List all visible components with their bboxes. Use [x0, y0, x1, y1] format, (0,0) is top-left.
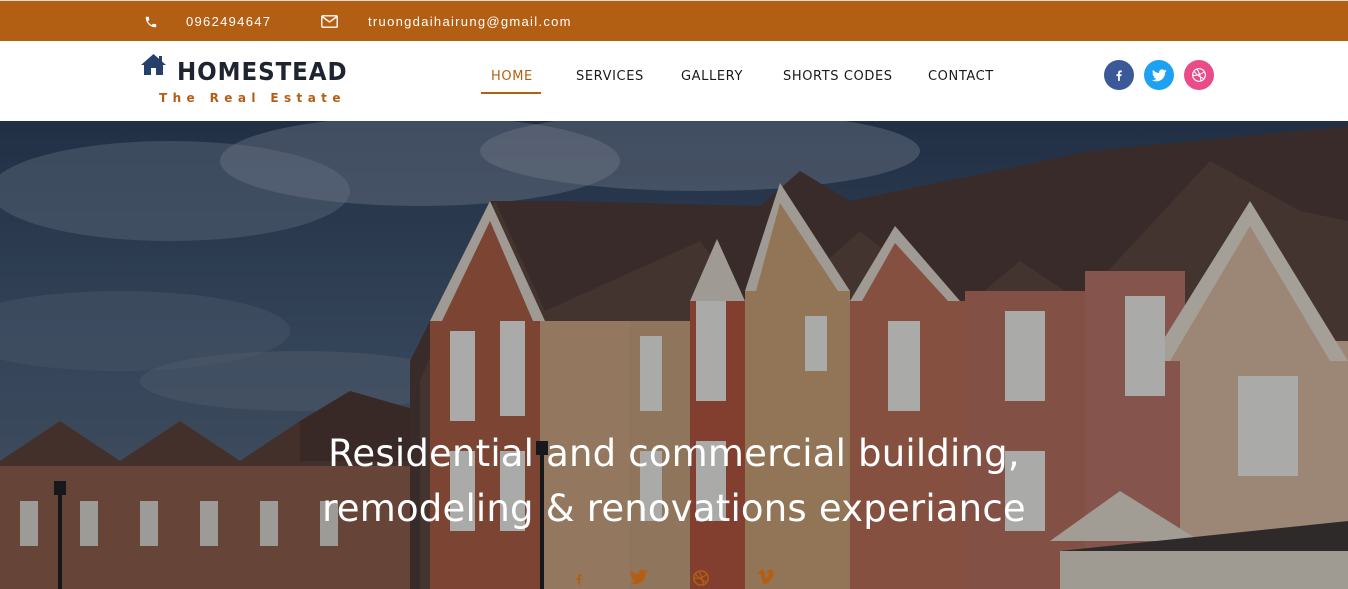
facebook-button[interactable] — [1104, 60, 1134, 90]
nav-services[interactable]: SERVICES — [576, 69, 644, 95]
hero-banner: Residential and commercial building, rem… — [0, 121, 1348, 589]
twitter-button[interactable] — [1144, 60, 1174, 90]
dribbble-icon — [1192, 68, 1206, 82]
twitter-icon — [1151, 68, 1167, 81]
hero-headline-line2: remodeling & renovations experiance — [322, 487, 1026, 530]
facebook-icon[interactable] — [572, 569, 586, 589]
dribbble-button[interactable] — [1184, 60, 1214, 90]
twitter-icon[interactable] — [629, 569, 648, 589]
phone-number: 0962494647 — [186, 14, 272, 29]
email-address[interactable]: truongdaihairung@gmail.com — [368, 1, 572, 42]
top-contact-bar: 0962494647 truongdaihairung@gmail.com — [0, 0, 1348, 41]
phone-icon — [144, 1, 158, 42]
active-nav-underline — [481, 92, 541, 94]
dribbble-icon[interactable] — [692, 569, 710, 589]
nav-gallery[interactable]: GALLERY — [681, 69, 743, 95]
facebook-icon — [1116, 70, 1122, 81]
envelope-icon — [321, 1, 338, 42]
hero-headline-line1: Residential and commercial building, — [328, 432, 1020, 475]
nav-shorts-codes[interactable]: SHORTS CODES — [783, 69, 893, 95]
site-header: HOMESTEAD The Real Estate HOME SERVICES … — [0, 41, 1348, 121]
vimeo-icon[interactable] — [757, 569, 775, 589]
nav-contact[interactable]: CONTACT — [928, 69, 994, 95]
